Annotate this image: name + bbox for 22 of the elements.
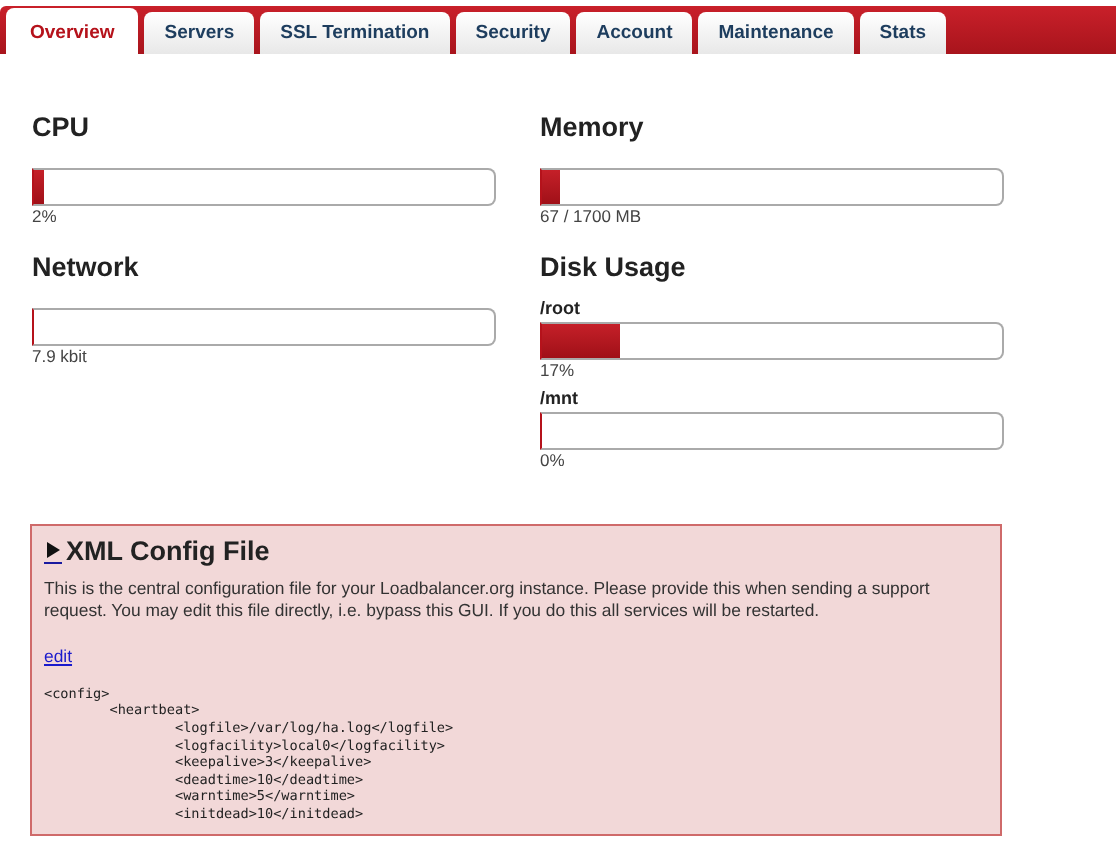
meter-reading: 17% <box>540 360 577 380</box>
section-heading: Network <box>32 252 141 284</box>
meter-reading: 2% <box>32 206 59 226</box>
panel-title: XML Config File <box>66 536 270 566</box>
tab[interactable]: Servers <box>144 12 255 54</box>
tab[interactable]: Security <box>455 12 571 54</box>
section-heading: CPU <box>32 112 92 144</box>
meter-label: /mnt <box>540 388 580 408</box>
meter-reading: 67 / 1700 MB <box>540 206 644 226</box>
panel-description: This is the central configuration file for your Loadbalancer.org instance. Please provide this when sending a support request. You may edit this file directly, i.e. bypass this GUI. If you do this all services will be restarted. <box>44 578 932 622</box>
tab[interactable]: Maintenance <box>698 12 854 54</box>
tab[interactable]: Overview <box>6 8 139 56</box>
triangle-icon[interactable] <box>44 539 62 563</box>
edit-link[interactable]: edit <box>44 645 73 666</box>
section-heading: Memory <box>540 112 646 144</box>
section-heading: Disk Usage <box>540 252 688 284</box>
tab[interactable]: Account <box>576 12 693 54</box>
meter-reading: 0% <box>540 450 567 470</box>
tab[interactable]: SSL Termination <box>260 12 450 54</box>
meter-label: /root <box>540 298 582 318</box>
meter-reading: 7.9 kbit <box>32 346 89 366</box>
tab[interactable]: Stats <box>859 12 947 54</box>
